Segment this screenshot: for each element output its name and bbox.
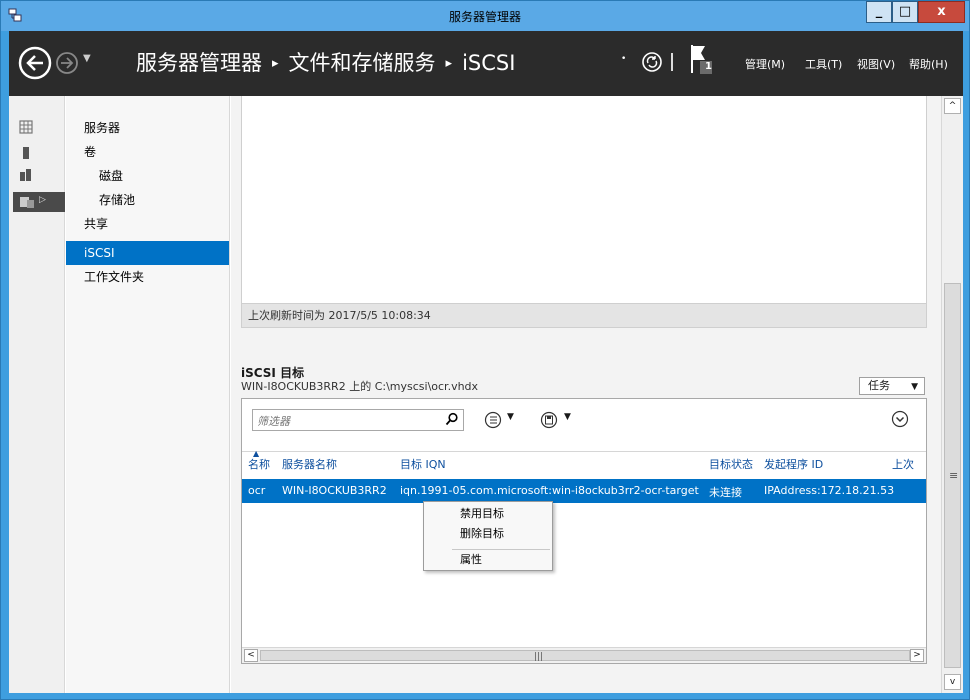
local-server-icon[interactable]: [19, 146, 33, 160]
filter-input[interactable]: 筛选器: [252, 409, 464, 431]
column-header-row: ▲ 名称 服务器名称 目标 IQN 目标状态 发起程序 ID 上次: [242, 449, 926, 473]
menu-manage[interactable]: 管理(M): [745, 56, 785, 72]
divider: [671, 53, 673, 71]
save-query-icon[interactable]: [540, 411, 560, 429]
chevron-down-icon[interactable]: ▼: [507, 412, 514, 422]
server-manager-window: 服务器管理器 _ □ x ▼ 服务器管理器 ▸ 文件和存储服务 ▸ iSCSI •: [0, 0, 970, 700]
scroll-down-icon[interactable]: v: [944, 674, 961, 690]
cell-name: ocr: [248, 484, 266, 497]
column-header-status[interactable]: 目标状态: [709, 456, 753, 472]
breadcrumb-separator-icon: ▸: [272, 56, 279, 71]
tasks-dropdown-button[interactable]: 任务 ▼: [859, 377, 925, 395]
minimize-button[interactable]: _: [866, 1, 892, 23]
breadcrumb-item[interactable]: 服务器管理器: [136, 51, 262, 75]
last-refresh-status: 上次刷新时间为 2017/5/5 10:08:34: [242, 303, 926, 327]
horizontal-scrollbar[interactable]: < ||| >: [242, 647, 926, 663]
column-header-iqn[interactable]: 目标 IQN: [400, 456, 446, 472]
window-title: 服务器管理器: [448, 10, 521, 24]
column-header-last[interactable]: 上次: [892, 456, 914, 472]
targets-section-subtitle: WIN-I8OCKUB3RR2 上的 C:\myscsi\ocr.vhdx: [241, 380, 479, 393]
forward-arrow-icon[interactable]: [55, 51, 79, 75]
cell-iqn: iqn.1991-05.com.microsoft:win-i8ockub3rr…: [400, 484, 699, 497]
dashboard-icon[interactable]: [19, 120, 33, 134]
menu-item-delete-target[interactable]: 删除目标: [424, 524, 552, 544]
notification-count-badge: 1: [705, 61, 712, 72]
file-storage-services-icon: [20, 197, 34, 208]
nav-item-volumes[interactable]: 卷: [66, 140, 229, 164]
vertical-scroll-thumb[interactable]: ≡: [944, 283, 961, 668]
maximize-button[interactable]: □: [892, 1, 918, 23]
nav-item-storage-pools[interactable]: 存储池: [66, 188, 229, 212]
chevron-down-icon: ▼: [911, 382, 918, 392]
menu-help[interactable]: 帮助(H): [909, 56, 948, 72]
cell-server: WIN-I8OCKUB3RR2: [282, 484, 387, 497]
title-bar[interactable]: 服务器管理器 _ □ x: [1, 1, 969, 31]
back-arrow-icon[interactable]: [17, 45, 53, 81]
column-header-name[interactable]: 名称: [248, 456, 270, 472]
refresh-icon[interactable]: [641, 51, 663, 73]
menu-item-disable-target[interactable]: 禁用目标: [424, 504, 552, 524]
header-bar: ▼ 服务器管理器 ▸ 文件和存储服务 ▸ iSCSI • 1 管理(M) 工具(T) 视…: [9, 31, 963, 96]
breadcrumb: 服务器管理器 ▸ 文件和存储服务 ▸ iSCSI: [136, 47, 515, 77]
breadcrumb-item[interactable]: 文件和存储服务: [289, 51, 436, 75]
menu-item-properties[interactable]: 属性: [424, 550, 552, 570]
breadcrumb-item[interactable]: iSCSI: [462, 51, 515, 75]
navigation-pane: 服务器 卷 磁盘 存储池 共享 iSCSI 工作文件夹: [66, 96, 230, 693]
nav-item-work-folders[interactable]: 工作文件夹: [66, 265, 229, 289]
breadcrumb-dropdown-icon[interactable]: •: [621, 54, 626, 64]
cell-initiator: IPAddress:172.18.21.53: [764, 484, 895, 497]
nav-item-shares[interactable]: 共享: [66, 212, 229, 236]
main-panel: 上次刷新时间为 2017/5/5 10:08:34 iSCSI 目标 WIN-I…: [231, 96, 941, 693]
scroll-right-icon[interactable]: >: [910, 649, 924, 662]
filter-placeholder: 筛选器: [257, 415, 290, 428]
scroll-up-icon[interactable]: ^: [944, 98, 961, 114]
table-row[interactable]: ocr WIN-I8OCKUB3RR2 iqn.1991-05.com.micr…: [242, 479, 926, 503]
expand-arrow-icon: ▷: [39, 195, 46, 205]
column-header-initiator[interactable]: 发起程序 ID: [764, 456, 823, 472]
cell-status: 未连接: [709, 486, 742, 499]
chevron-down-icon[interactable]: ▼: [564, 412, 571, 422]
nav-item-servers[interactable]: 服务器: [66, 116, 229, 140]
history-dropdown-icon[interactable]: ▼: [83, 53, 91, 64]
menu-view[interactable]: 视图(V): [857, 56, 895, 72]
all-servers-icon[interactable]: [19, 168, 33, 182]
list-options-icon[interactable]: [484, 411, 504, 429]
targets-grid: 筛选器 ▼ ▼ ▲ 名称 服务器名称 目标 IQN 目标状态 发起程序 ID 上…: [241, 398, 927, 664]
vertical-scrollbar[interactable]: ^ ≡ v: [941, 96, 963, 693]
scroll-grip-icon: |||: [534, 652, 544, 662]
tasks-label: 任务: [868, 379, 890, 392]
content-area: ▷ 服务器 卷 磁盘 存储池 共享 iSCSI 工作文件夹 上次刷新时间为 20…: [9, 96, 963, 693]
column-header-server[interactable]: 服务器名称: [282, 456, 337, 472]
context-menu: 禁用目标 删除目标 属性: [423, 501, 553, 571]
scroll-grip-icon: ≡: [949, 469, 959, 482]
menu-tools[interactable]: 工具(T): [805, 56, 842, 72]
virtual-disks-panel: 上次刷新时间为 2017/5/5 10:08:34: [241, 96, 927, 328]
breadcrumb-separator-icon: ▸: [445, 56, 453, 71]
search-icon[interactable]: [445, 412, 459, 426]
collapse-expand-icon[interactable]: [891, 410, 909, 428]
scroll-left-icon[interactable]: <: [244, 649, 258, 662]
close-button[interactable]: x: [918, 1, 965, 23]
nav-item-disks[interactable]: 磁盘: [66, 164, 229, 188]
nav-item-iscsi[interactable]: iSCSI: [66, 241, 229, 265]
horizontal-scroll-thumb[interactable]: |||: [260, 650, 910, 662]
icon-rail: ▷: [9, 96, 65, 693]
